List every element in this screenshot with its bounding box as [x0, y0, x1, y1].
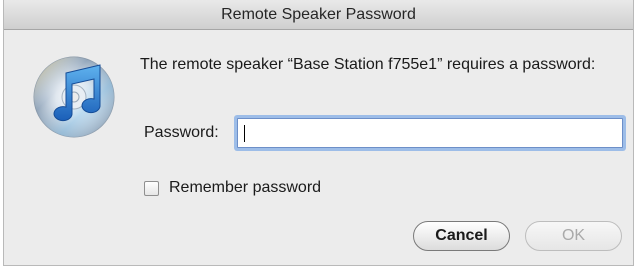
- remember-password-option[interactable]: Remember password: [144, 178, 321, 198]
- remember-password-checkbox[interactable]: [144, 180, 159, 196]
- remember-password-label: Remember password: [169, 179, 322, 196]
- password-label: Password:: [144, 124, 219, 141]
- password-field[interactable]: [237, 118, 623, 148]
- title-bar[interactable]: Remote Speaker Password: [4, 0, 633, 30]
- dialog-title: Remote Speaker Password: [221, 6, 416, 23]
- dialog-message: The remote speaker “Base Station f755e1”…: [140, 56, 596, 73]
- text-caret: [244, 125, 245, 142]
- itunes-cd-icon: [33, 56, 115, 138]
- ok-button[interactable]: OK: [525, 221, 622, 251]
- password-dialog: Remote Speaker Password The remote speak…: [3, 0, 634, 266]
- cancel-button[interactable]: Cancel: [413, 221, 510, 251]
